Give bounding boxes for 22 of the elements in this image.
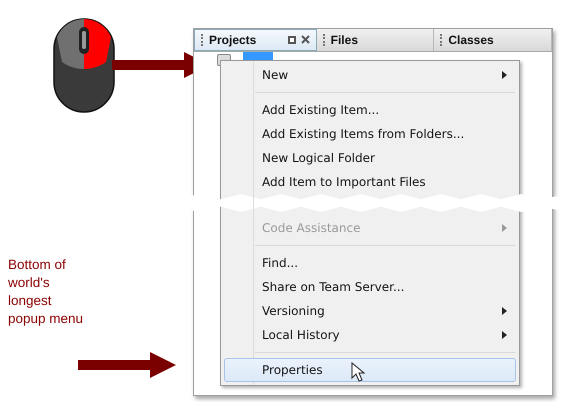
menu-item[interactable]: Add Existing Item... (224, 98, 516, 122)
menu-item[interactable]: New Logical Folder (224, 146, 516, 170)
submenu-arrow-icon (502, 71, 507, 79)
submenu-arrow-icon (502, 224, 507, 232)
submenu-arrow-icon (502, 331, 507, 339)
panel-tab[interactable]: Files (316, 29, 434, 51)
menu-item[interactable]: Share on Team Server... (224, 275, 516, 299)
mouse-pointer-icon (351, 362, 365, 382)
submenu-arrow-icon (502, 307, 507, 315)
panel-tab[interactable]: Classes (434, 29, 552, 51)
menu-item[interactable]: Find... (224, 251, 516, 275)
menu-item[interactable]: Add Existing Items from Folders... (224, 122, 516, 146)
minimize-icon[interactable] (286, 35, 297, 45)
close-icon[interactable] (300, 35, 310, 44)
panel-tab[interactable]: Projects (194, 29, 317, 51)
menu-item[interactable]: Properties (224, 358, 516, 382)
menu-item[interactable]: Add Item to Important Files (224, 170, 516, 194)
menu-item[interactable]: Versioning (224, 299, 516, 323)
annotation-caption: Bottom of world's longest popup menu (8, 256, 84, 328)
menu-item[interactable]: New (224, 63, 516, 87)
menu-item[interactable]: Local History (224, 323, 516, 347)
arrow-icon (78, 352, 176, 378)
